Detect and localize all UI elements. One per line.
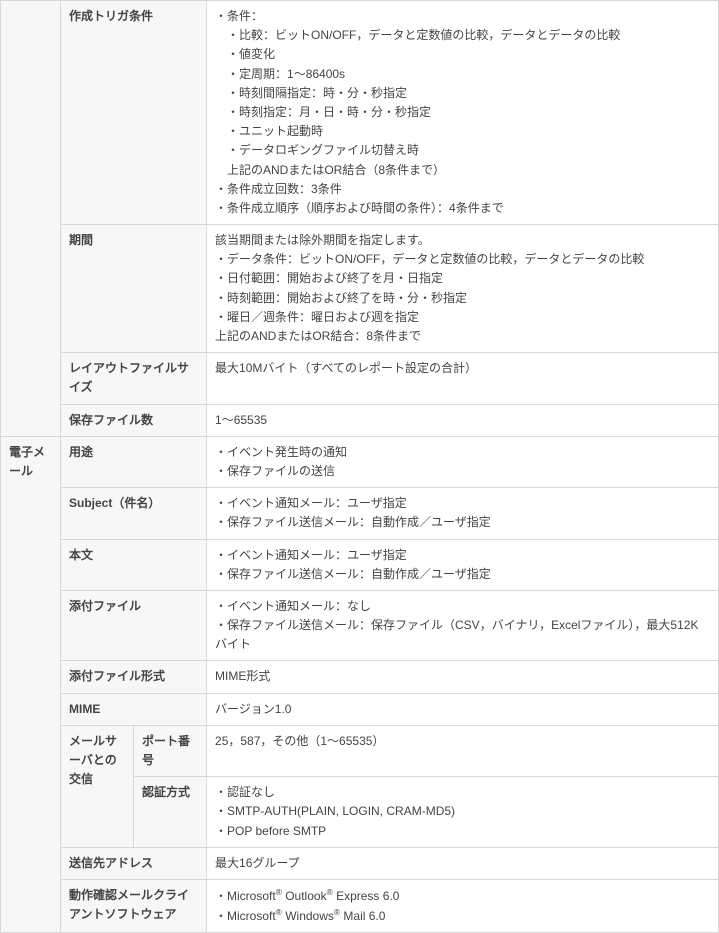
row-label: 用途 [61,436,207,487]
row-value: ・イベント発生時の通知・保存ファイルの送信 [207,436,719,487]
row-value: 1～65535 [207,404,719,436]
row-value: ・イベント通知メール：なし・保存ファイル送信メール：保存ファイル（CSV，バイナ… [207,590,719,661]
table-row: レイアウトファイルサイズ 最大10Mバイト（すべてのレポート設定の合計） [1,353,719,404]
row-value: 該当期間または除外期間を指定します。・データ条件：ビットON/OFF，データと定… [207,225,719,353]
row-label: 保存ファイル数 [61,404,207,436]
row-label: MIME [61,693,207,725]
category-email: 電子メール [1,436,61,933]
table-row: 動作確認メールクライアントソフトウェア ・Microsoft® Outlook®… [1,879,719,932]
row-label: 作成トリガ条件 [61,1,207,225]
row-value: 最大16グループ [207,847,719,879]
table-row: MIME バージョン1.0 [1,693,719,725]
table-row: Subject（件名） ・イベント通知メール：ユーザ指定・保存ファイル送信メール… [1,488,719,539]
prev-category-cell [1,1,61,437]
row-label: メールサーバとの交信 [61,725,134,847]
row-label: 動作確認メールクライアントソフトウェア [61,879,207,932]
table-row: 期間 該当期間または除外期間を指定します。・データ条件：ビットON/OFF，デー… [1,225,719,353]
row-label: レイアウトファイルサイズ [61,353,207,404]
row-label: 本文 [61,539,207,590]
row-label: 添付ファイル形式 [61,661,207,693]
row-value: バージョン1.0 [207,693,719,725]
table-row: 添付ファイル形式 MIME形式 [1,661,719,693]
row-value: ・条件： ・比較：ビットON/OFF，データと定数値の比較，データとデータの比較… [207,1,719,225]
row-value: ・認証なし・SMTP-AUTH(PLAIN, LOGIN, CRAM-MD5)・… [207,777,719,848]
row-label: 期間 [61,225,207,353]
spec-table: 作成トリガ条件 ・条件： ・比較：ビットON/OFF，データと定数値の比較，デー… [0,0,719,933]
row-value: ・イベント通知メール：ユーザ指定・保存ファイル送信メール：自動作成／ユーザ指定 [207,488,719,539]
sub-label: 認証方式 [134,777,207,848]
row-value: ・Microsoft® Outlook® Express 6.0・Microso… [207,879,719,932]
table-row: 電子メール 用途 ・イベント発生時の通知・保存ファイルの送信 [1,436,719,487]
table-row: 添付ファイル ・イベント通知メール：なし・保存ファイル送信メール：保存ファイル（… [1,590,719,661]
table-row: 作成トリガ条件 ・条件： ・比較：ビットON/OFF，データと定数値の比較，デー… [1,1,719,225]
row-value: ・イベント通知メール：ユーザ指定・保存ファイル送信メール：自動作成／ユーザ指定 [207,539,719,590]
table-row: 本文 ・イベント通知メール：ユーザ指定・保存ファイル送信メール：自動作成／ユーザ… [1,539,719,590]
table-row: メールサーバとの交信 ポート番号 25，587，その他（1～65535） [1,725,719,776]
row-label: 送信先アドレス [61,847,207,879]
table-row: 保存ファイル数 1～65535 [1,404,719,436]
table-row: 送信先アドレス 最大16グループ [1,847,719,879]
sub-label: ポート番号 [134,725,207,776]
row-value: MIME形式 [207,661,719,693]
row-value: 25，587，その他（1～65535） [207,725,719,776]
row-value: 最大10Mバイト（すべてのレポート設定の合計） [207,353,719,404]
row-label: Subject（件名） [61,488,207,539]
row-label: 添付ファイル [61,590,207,661]
